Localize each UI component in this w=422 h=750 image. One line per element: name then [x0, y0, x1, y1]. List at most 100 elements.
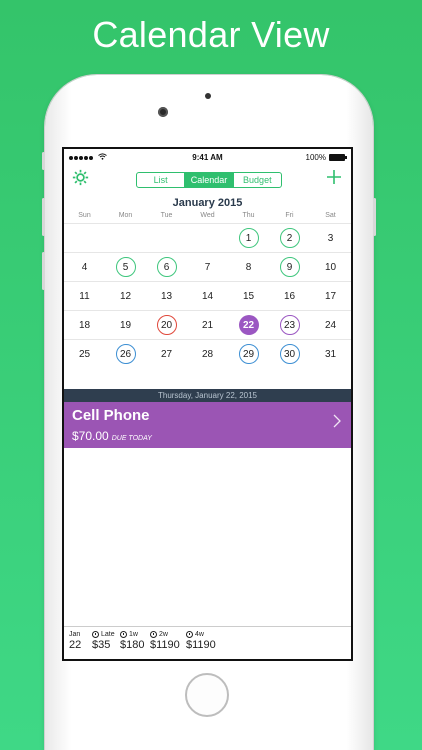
gear-icon[interactable] — [72, 169, 89, 190]
calendar-day-cell[interactable]: 3 — [310, 224, 351, 252]
phone-side-button — [42, 252, 45, 290]
calendar-day-cell[interactable]: 18 — [64, 311, 105, 339]
home-button[interactable] — [185, 673, 229, 717]
calendar-day-cell — [64, 224, 105, 252]
calendar-day-number: 14 — [201, 290, 214, 302]
bill-row[interactable]: Cell Phone $70.00 DUE TODAY — [64, 402, 351, 448]
footer-item-value: $180 — [120, 639, 145, 651]
calendar-day-cell[interactable]: 16 — [269, 282, 310, 310]
segment-calendar[interactable]: Calendar — [184, 173, 233, 187]
footer-item-label: 2w — [159, 631, 168, 638]
calendar-day-cell[interactable]: 10 — [310, 253, 351, 281]
footer-month: Jan — [69, 631, 81, 638]
calendar-day-cell[interactable]: 1 — [228, 224, 269, 252]
calendar-day-number: 17 — [324, 290, 337, 302]
calendar-day-cell[interactable]: 12 — [105, 282, 146, 310]
plus-icon[interactable] — [326, 166, 342, 190]
weekday-label: Tue — [160, 212, 173, 219]
calendar-day-number: 29 — [238, 344, 259, 364]
battery-area: 100% — [306, 153, 347, 162]
calendar-day-number: 4 — [81, 261, 88, 273]
footer-item-label: 1w — [129, 631, 138, 638]
calendar-day-number: 6 — [156, 257, 177, 277]
footer-item-label: 4w — [195, 631, 204, 638]
calendar-day-number: 22 — [238, 315, 259, 335]
weekday-label: Sat — [325, 212, 336, 219]
calendar-day-cell[interactable]: 8 — [228, 253, 269, 281]
calendar-day-cell[interactable]: 27 — [146, 340, 187, 368]
calendar-day-cell[interactable]: 25 — [64, 340, 105, 368]
clock-icon — [150, 631, 157, 638]
calendar-day-cell[interactable]: 6 — [146, 253, 187, 281]
footer-item-2w: 2w $1190 — [150, 631, 180, 651]
calendar-day-number: 19 — [119, 319, 132, 331]
calendar-day-number — [157, 228, 177, 248]
calendar-day-number: 9 — [279, 257, 300, 277]
calendar-day-cell[interactable]: 30 — [269, 340, 310, 368]
calendar-day-number: 10 — [324, 261, 337, 273]
calendar-day-number: 15 — [242, 290, 255, 302]
calendar-day-cell[interactable]: 14 — [187, 282, 228, 310]
calendar-day-number: 16 — [283, 290, 296, 302]
phone-screen: 9:41 AM 100% List Calendar Budget Januar… — [62, 147, 353, 661]
segment-budget[interactable]: Budget — [232, 173, 281, 187]
calendar-day-cell[interactable]: 15 — [228, 282, 269, 310]
calendar-day-cell[interactable]: 21 — [187, 311, 228, 339]
calendar-day-cell[interactable]: 23 — [269, 311, 310, 339]
footer-item-1w: 1w $180 — [120, 631, 144, 651]
calendar-day-cell[interactable]: 5 — [105, 253, 146, 281]
calendar-day-cell[interactable]: 28 — [187, 340, 228, 368]
month-title: January 2015 — [172, 197, 243, 209]
calendar-day-cell[interactable]: 20 — [146, 311, 187, 339]
chevron-right-icon — [333, 414, 341, 433]
calendar-day-number: 20 — [156, 315, 177, 335]
calendar-day-number: 1 — [238, 228, 259, 248]
calendar-day-cell[interactable]: 7 — [187, 253, 228, 281]
calendar-day-number: 31 — [324, 348, 337, 360]
calendar-day-cell[interactable]: 4 — [64, 253, 105, 281]
bill-amount-line: $70.00 DUE TODAY — [72, 429, 152, 443]
calendar-day-cell[interactable]: 19 — [105, 311, 146, 339]
calendar-day-cell[interactable]: 2 — [269, 224, 310, 252]
calendar-day-number: 23 — [279, 315, 300, 335]
calendar-grid: 1 2 3 4 5 6 7 8 9 10 11 12 13 14 15 16 17 18 19 20 21 22 23 24 2… — [64, 223, 351, 368]
calendar-week-row: 25 26 27 28 29 30 31 — [64, 339, 351, 368]
weekday-label: Fri — [285, 212, 294, 219]
calendar-day-number: 7 — [204, 261, 211, 273]
status-bar: 9:41 AM 100% — [64, 149, 351, 167]
bill-name: Cell Phone — [72, 407, 150, 424]
battery-icon — [329, 154, 347, 161]
footer-item-4w: 4w $1190 — [186, 631, 216, 651]
footer-item-label: Late — [101, 631, 115, 638]
calendar-day-cell[interactable]: 31 — [310, 340, 351, 368]
calendar-day-number: 5 — [115, 257, 136, 277]
clock-icon — [186, 631, 193, 638]
calendar-day-number — [116, 228, 136, 248]
calendar-day-cell[interactable]: 29 — [228, 340, 269, 368]
calendar-day-cell[interactable]: 26 — [105, 340, 146, 368]
calendar-day-cell[interactable]: 17 — [310, 282, 351, 310]
calendar-day-number: 8 — [245, 261, 252, 273]
nav-bar: List Calendar Budget — [64, 167, 351, 195]
footer-item-value: $1190 — [186, 639, 216, 651]
calendar-day-cell[interactable]: 22 — [228, 311, 269, 339]
calendar-day-cell[interactable]: 24 — [310, 311, 351, 339]
calendar-day-cell — [105, 224, 146, 252]
calendar-day-cell[interactable]: 11 — [64, 282, 105, 310]
footer-item-value: $35 — [92, 639, 111, 651]
calendar-day-number: 30 — [279, 344, 300, 364]
clock-icon — [120, 631, 127, 638]
calendar-day-number — [198, 228, 218, 248]
calendar-day-number — [75, 228, 95, 248]
calendar-day-number: 26 — [115, 344, 136, 364]
segment-list[interactable]: List — [137, 173, 184, 187]
weekday-label: Thu — [242, 212, 255, 219]
calendar-day-cell — [187, 224, 228, 252]
footer-item-late: Late $35 — [92, 631, 115, 651]
selected-date-header: Thursday, January 22, 2015 — [64, 389, 351, 402]
calendar-day-cell[interactable]: 9 — [269, 253, 310, 281]
calendar-day-cell[interactable]: 13 — [146, 282, 187, 310]
calendar-day-number: 24 — [324, 319, 337, 331]
weekday-label: Wed — [200, 212, 215, 219]
weekday-header: Sun Mon Tue Wed Thu Fri Sat — [64, 212, 351, 219]
